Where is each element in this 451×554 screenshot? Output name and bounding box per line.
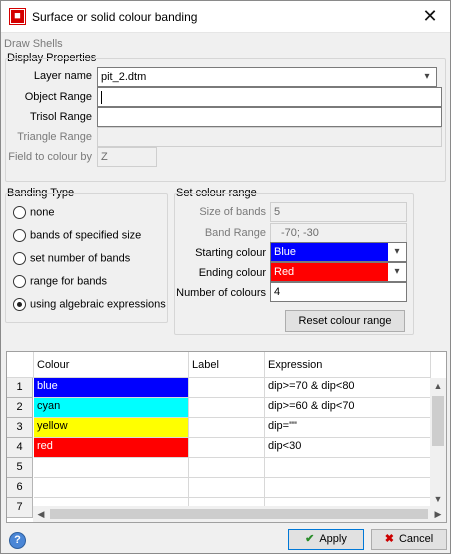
expression-cell[interactable]	[265, 458, 431, 478]
label-cell[interactable]	[189, 458, 265, 478]
cross-icon: ✖	[384, 533, 394, 545]
radio-circle-icon	[13, 275, 26, 288]
radio-label: range for bands	[30, 275, 108, 288]
colour-cell[interactable]: red	[34, 438, 189, 458]
close-icon[interactable]: ✕	[420, 6, 440, 26]
band-range-value: -70; -30	[281, 227, 319, 239]
scroll-left-icon[interactable]: ◀	[33, 506, 49, 522]
label-cell[interactable]	[189, 378, 265, 398]
cancel-button[interactable]: ✖ Cancel	[371, 529, 447, 550]
help-icon[interactable]: ?	[9, 532, 26, 549]
chevron-down-icon[interactable]: ▾	[388, 263, 406, 281]
colour-cell[interactable]: yellow	[34, 418, 189, 438]
scroll-right-icon[interactable]: ▶	[430, 506, 446, 522]
radio-circle-icon	[13, 229, 26, 242]
band-range-input[interactable]: -70; -30	[270, 223, 407, 243]
horizontal-scrollbar[interactable]: ◀ ▶	[33, 506, 446, 522]
cancel-label: Cancel	[398, 533, 434, 545]
number-of-colours-input[interactable]: 4	[270, 282, 407, 302]
number-of-colours-value: 4	[274, 286, 281, 298]
radio-selected-icon	[13, 298, 26, 311]
row-header[interactable]: 2	[7, 398, 33, 418]
text-caret	[101, 90, 102, 104]
trisol-range-input[interactable]	[97, 107, 442, 127]
expression-grid: Colour Label Expression 1 blue dip>=70 & d…	[6, 351, 447, 523]
radio-label: bands of specified size	[30, 229, 142, 242]
colour-cell[interactable]: cyan	[34, 398, 189, 418]
object-range-input[interactable]	[97, 87, 442, 107]
radio-none[interactable]: none	[13, 206, 54, 222]
grid-corner	[7, 352, 34, 378]
triangle-range-input[interactable]	[97, 127, 442, 147]
check-icon: ✔	[305, 533, 315, 545]
expression-cell[interactable]: dip>=70 & dip<80	[265, 378, 431, 398]
scroll-up-icon[interactable]: ▲	[430, 378, 446, 394]
triangle-range-label: Triangle Range	[17, 131, 92, 143]
radio-label: using algebraic expressions	[30, 298, 166, 311]
band-range-label: Band Range	[204, 227, 266, 239]
title-bar: ■ Surface or solid colour banding ✕	[1, 1, 450, 33]
expression-cell[interactable]: dip<30	[265, 438, 431, 458]
colour-cell[interactable]	[34, 458, 189, 478]
scrollbar-thumb[interactable]	[50, 509, 428, 519]
label-cell[interactable]	[189, 478, 265, 498]
object-range-label: Object Range	[24, 91, 92, 103]
colour-cell[interactable]	[34, 478, 189, 498]
ending-colour-label: Ending colour	[198, 267, 266, 279]
column-header-expression[interactable]: Expression	[265, 352, 431, 378]
apply-label: Apply	[319, 533, 347, 545]
scrollbar-thumb[interactable]	[432, 396, 444, 446]
trisol-range-label: Trisol Range	[30, 111, 92, 123]
starting-colour-value: Blue	[274, 246, 297, 258]
field-to-colour-value: Z	[101, 151, 108, 163]
chevron-down-icon[interactable]: ▾	[388, 243, 406, 261]
radio-bands-specified-size[interactable]: bands of specified size	[13, 229, 141, 245]
row-header[interactable]: 5	[7, 458, 33, 478]
expression-cell[interactable]	[265, 478, 431, 498]
size-of-bands-input[interactable]: 5	[270, 202, 407, 222]
row-header[interactable]: 6	[7, 478, 33, 498]
field-to-colour-input[interactable]: Z	[97, 147, 157, 167]
row-header[interactable]: 7	[7, 498, 33, 518]
ending-colour-dropdown[interactable]: Red ▾	[270, 262, 407, 282]
starting-colour-dropdown[interactable]: Blue ▾	[270, 242, 407, 262]
column-header-label[interactable]: Label	[189, 352, 265, 378]
radio-range-for-bands[interactable]: range for bands	[13, 275, 107, 291]
colour-banding-dialog: ■ Surface or solid colour banding ✕ Draw…	[0, 0, 451, 554]
scroll-down-icon[interactable]: ▼	[430, 491, 446, 507]
colour-cell[interactable]: blue	[34, 378, 189, 398]
radio-label: set number of bands	[30, 252, 131, 265]
row-header[interactable]: 1	[7, 378, 33, 398]
reset-colour-range-button[interactable]: Reset colour range	[285, 310, 405, 332]
radio-label: none	[30, 206, 55, 219]
label-cell[interactable]	[189, 398, 265, 418]
row-header[interactable]: 4	[7, 438, 33, 458]
window-title: Surface or solid colour banding	[32, 10, 198, 24]
column-header-colour[interactable]: Colour	[34, 352, 189, 378]
label-cell[interactable]	[189, 438, 265, 458]
vertical-scrollbar[interactable]: ▲ ▼	[430, 378, 446, 507]
size-of-bands-label: Size of bands	[199, 206, 266, 218]
layer-name-value: pit_2.dtm	[101, 71, 147, 83]
size-of-bands-value: 5	[274, 206, 281, 218]
app-icon: ■	[9, 8, 26, 25]
ending-colour-value: Red	[274, 266, 295, 278]
radio-circle-icon	[13, 206, 26, 219]
apply-button[interactable]: ✔ Apply	[288, 529, 364, 550]
layer-name-dropdown[interactable]: pit_2.dtm ▾	[97, 67, 437, 87]
number-of-colours-label: Number of colours	[176, 287, 266, 299]
label-cell[interactable]	[189, 418, 265, 438]
starting-colour-label: Starting colour	[195, 247, 266, 259]
radio-algebraic-expressions[interactable]: using algebraic expressions	[13, 298, 166, 314]
layer-name-label: Layer name	[33, 70, 92, 82]
radio-circle-icon	[13, 252, 26, 265]
field-to-colour-label: Field to colour by	[8, 151, 92, 163]
draw-shells-label: Draw Shells	[4, 38, 63, 50]
expression-cell[interactable]: dip=""	[265, 418, 431, 438]
chevron-down-icon[interactable]: ▾	[418, 68, 436, 86]
row-header[interactable]: 3	[7, 418, 33, 438]
radio-set-number-bands[interactable]: set number of bands	[13, 252, 130, 268]
expression-cell[interactable]: dip>=60 & dip<70	[265, 398, 431, 418]
